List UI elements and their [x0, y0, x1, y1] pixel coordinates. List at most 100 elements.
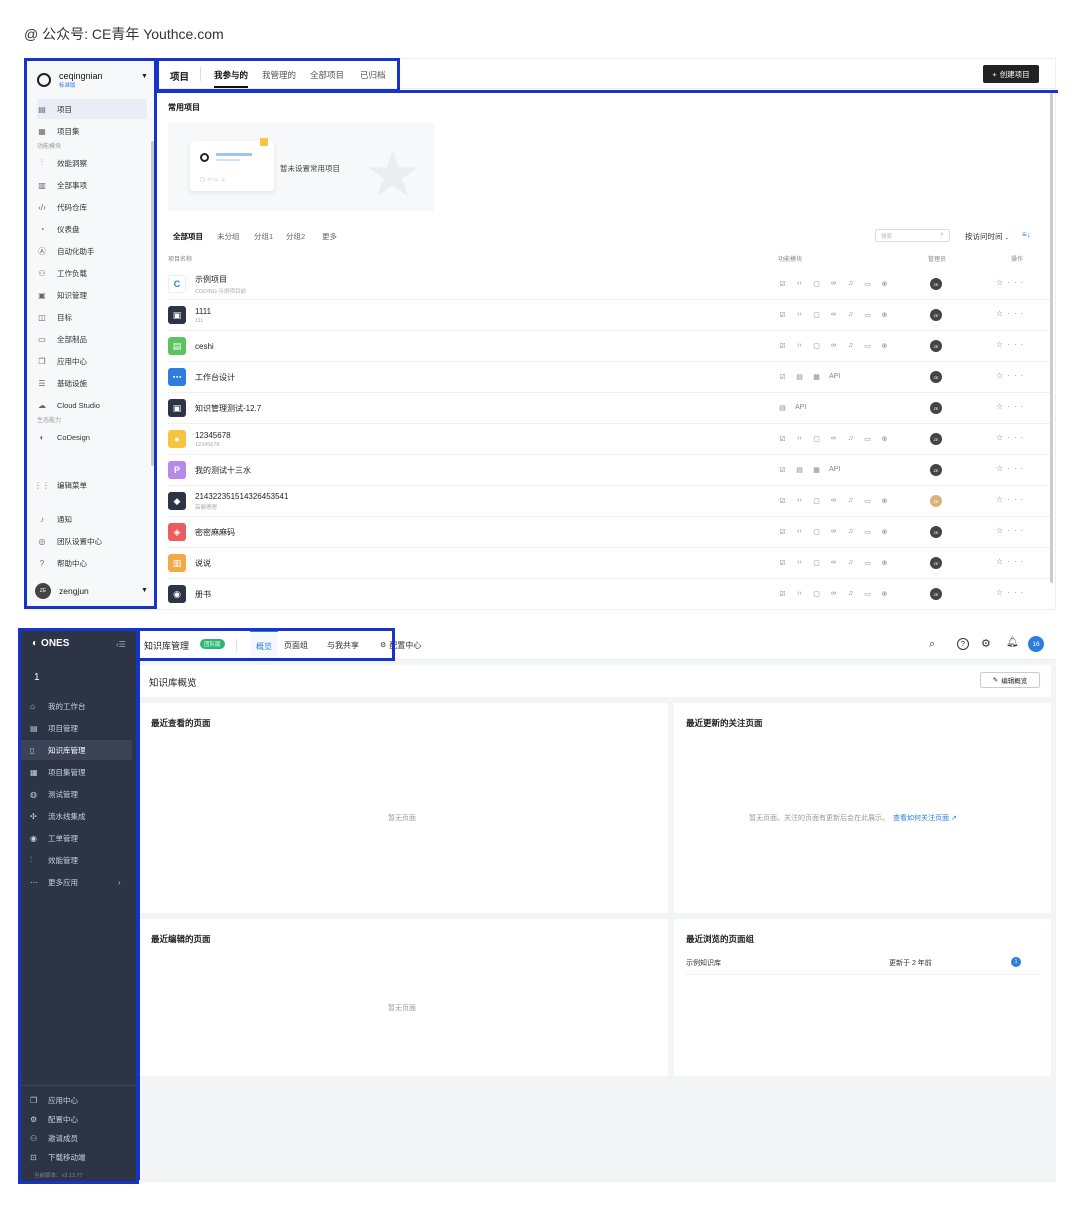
- group-tab-1[interactable]: 未分组: [217, 231, 240, 242]
- avatar[interactable]: ZE: [930, 588, 942, 600]
- sidebar-item-app[interactable]: ❒ 应用中心: [30, 1090, 130, 1110]
- help-icon[interactable]: ?: [957, 638, 969, 650]
- module-icon[interactable]: ▤: [795, 465, 804, 474]
- table-row[interactable]: ▣ 知识管理测试-12.7 ▤ API ZE ☆···: [168, 393, 1053, 424]
- sidebar-item-dashboard[interactable]: ◔ 仪表盘: [37, 219, 147, 239]
- star-icon[interactable]: ☆: [996, 433, 1007, 442]
- more-icon[interactable]: ···: [1007, 371, 1027, 380]
- sidebar-scrollbar[interactable]: [151, 141, 154, 466]
- avatar[interactable]: ZE: [930, 433, 942, 445]
- module-icon[interactable]: ▭: [863, 434, 872, 443]
- module-icon[interactable]: ♫: [846, 496, 855, 505]
- avatar[interactable]: ZE: [930, 526, 942, 538]
- module-icon[interactable]: ☑: [778, 496, 787, 505]
- tab-3[interactable]: 已归档: [360, 69, 386, 81]
- star-icon[interactable]: ☆: [996, 557, 1007, 566]
- module-icon[interactable]: ♫: [846, 527, 855, 536]
- star-icon[interactable]: ☆: [996, 309, 1007, 318]
- how-to-follow-link[interactable]: 查看如何关注页面 ↗: [893, 815, 957, 822]
- sidebar-item-ticket[interactable]: ◉ 工单管理: [30, 828, 130, 848]
- sidebar-item-pipeline[interactable]: ✣ 流水线集成: [30, 806, 130, 826]
- module-icon[interactable]: API: [795, 403, 806, 412]
- module-icon[interactable]: ☑: [778, 465, 787, 474]
- module-icon[interactable]: ⊕: [880, 310, 889, 319]
- module-icon[interactable]: ▢: [812, 527, 821, 536]
- star-icon[interactable]: ☆: [996, 588, 1007, 597]
- module-icon[interactable]: ▭: [863, 558, 872, 567]
- module-icon[interactable]: ‹›: [795, 496, 804, 505]
- sidebar-item-invite[interactable]: ⚇ 邀请成员: [30, 1128, 130, 1148]
- module-icon[interactable]: ‹›: [795, 279, 804, 288]
- main-scrollbar[interactable]: [1050, 91, 1053, 583]
- module-icon[interactable]: ♫: [846, 279, 855, 288]
- module-icon[interactable]: API: [829, 372, 840, 381]
- sidebar-item-project[interactable]: ▤ 项目: [37, 99, 147, 119]
- module-icon[interactable]: ▭: [863, 279, 872, 288]
- sort-order-icon[interactable]: ≡↓: [1022, 230, 1031, 239]
- module-icon[interactable]: ∞: [829, 279, 838, 288]
- sidebar-item-gear[interactable]: ⚙ 配置中心: [30, 1109, 130, 1129]
- module-icon[interactable]: ▭: [863, 310, 872, 319]
- module-icon[interactable]: ⊕: [880, 279, 889, 288]
- module-icon[interactable]: ♫: [846, 434, 855, 443]
- module-icon[interactable]: ▢: [812, 310, 821, 319]
- tab-3[interactable]: ⚙ 配置中心: [380, 630, 421, 660]
- sidebar-item-project-set[interactable]: ▦ 项目集管理: [30, 762, 130, 782]
- module-icon[interactable]: ‹›: [795, 341, 804, 350]
- module-icon[interactable]: ∞: [829, 496, 838, 505]
- sidebar-item-home[interactable]: ⌂ 我的工作台: [30, 696, 130, 716]
- table-row[interactable]: ⋯ 工作台设计 ☑ ▤ ▦ API ZE ☆···: [168, 362, 1053, 393]
- module-icon[interactable]: ☑: [778, 310, 787, 319]
- search-icon[interactable]: ⌕: [929, 638, 935, 651]
- avatar[interactable]: ZE: [930, 309, 942, 321]
- module-icon[interactable]: ▭: [863, 589, 872, 598]
- table-row[interactable]: ◈ 密密麻麻码 ☑ ‹› ▢ ∞ ♫ ▭ ⊕ ZE ☆···: [168, 517, 1053, 548]
- module-icon[interactable]: ⊕: [880, 434, 889, 443]
- star-icon[interactable]: ☆: [996, 278, 1007, 287]
- module-icon[interactable]: ☑: [778, 558, 787, 567]
- module-icon[interactable]: ⊕: [880, 496, 889, 505]
- star-icon[interactable]: ☆: [996, 495, 1007, 504]
- avatar[interactable]: ZE: [930, 340, 942, 352]
- module-icon[interactable]: ☑: [778, 527, 787, 536]
- module-icon[interactable]: ‹›: [795, 589, 804, 598]
- module-icon[interactable]: ☑: [778, 434, 787, 443]
- module-icon[interactable]: ▤: [778, 403, 787, 412]
- table-row[interactable]: ▤ ceshi ☑ ‹› ▢ ∞ ♫ ▭ ⊕ ZE ☆···: [168, 331, 1053, 362]
- group-tab-0[interactable]: 全部项目: [173, 231, 203, 242]
- table-row[interactable]: P 我的测试十三水 ☑ ▤ ▦ API ZE ☆···: [168, 455, 1053, 486]
- gear-icon[interactable]: ⚙: [981, 637, 991, 650]
- tab-2[interactable]: 全部项目: [310, 69, 344, 81]
- sidebar-item-test[interactable]: ◍ 测试管理: [30, 784, 130, 804]
- more-icon[interactable]: ···: [1007, 278, 1027, 287]
- more-icon[interactable]: ···: [1007, 557, 1027, 566]
- more-icon[interactable]: ···: [1007, 495, 1027, 504]
- sidebar-item-workload[interactable]: ⚇ 工作负载: [37, 263, 147, 283]
- module-icon[interactable]: ▢: [812, 341, 821, 350]
- module-icon[interactable]: ⊕: [880, 527, 889, 536]
- avatar[interactable]: ZE: [930, 371, 942, 383]
- module-icon[interactable]: ⊕: [880, 589, 889, 598]
- group-tab-3[interactable]: 分组2: [286, 231, 305, 242]
- create-project-button[interactable]: + 创建项目: [983, 65, 1039, 83]
- module-icon[interactable]: ▢: [812, 279, 821, 288]
- sidebar-item-settings[interactable]: ◎ 团队设置中心: [37, 531, 147, 551]
- more-icon[interactable]: ···: [1007, 588, 1027, 597]
- module-icon[interactable]: ▦: [812, 465, 821, 474]
- module-icon[interactable]: ☑: [778, 279, 787, 288]
- avatar[interactable]: ZE: [930, 557, 942, 569]
- search-input[interactable]: 搜索 ⌕: [875, 229, 950, 242]
- module-icon[interactable]: ☑: [778, 372, 787, 381]
- module-icon[interactable]: ∞: [829, 589, 838, 598]
- module-icon[interactable]: ⊕: [880, 558, 889, 567]
- module-icon[interactable]: ∞: [829, 527, 838, 536]
- module-icon[interactable]: API: [829, 465, 840, 474]
- table-row[interactable]: ◆ 214322351514326453541 高徽嗯嗯 ☑ ‹› ▢ ∞ ♫ ▭ ⊕ ZE ☆···: [168, 486, 1053, 517]
- module-icon[interactable]: ∞: [829, 310, 838, 319]
- user-menu[interactable]: ZE zengjun ▼: [35, 583, 148, 599]
- more-icon[interactable]: ···: [1007, 433, 1027, 442]
- sort-dropdown[interactable]: 按访问时间 ⌄: [965, 231, 1009, 242]
- module-icon[interactable]: ▤: [795, 372, 804, 381]
- avatar[interactable]: ZE: [930, 402, 942, 414]
- module-icon[interactable]: ▢: [812, 558, 821, 567]
